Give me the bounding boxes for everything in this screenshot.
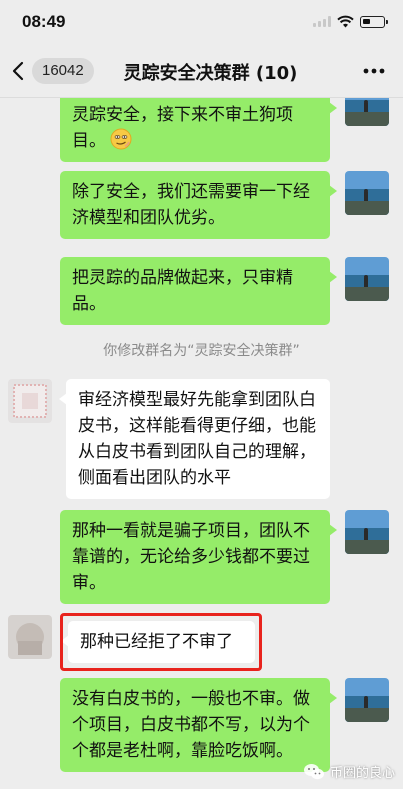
watermark-text: 币圈的良心 <box>329 766 395 781</box>
system-message: 你修改群名为“灵踪安全决策群” <box>103 343 300 359</box>
battery-icon <box>360 15 388 28</box>
message-bubble[interactable]: 审经济模型最好先能拿到团队白皮书，这样能看得更仔细，也能从白皮书看到团队自己的理… <box>59 379 330 499</box>
message-text: 那种一看就是骗子项目，团队不靠谱的，无论给多少钱都不要过审。 <box>72 521 310 593</box>
avatar[interactable] <box>345 257 389 301</box>
message-text: 把灵踪的品牌做起来，只审精品。 <box>72 268 293 314</box>
message-text: 灵踪安全，接下来不审土狗项目。 <box>72 105 293 151</box>
avatar[interactable] <box>345 678 389 722</box>
message-text: 除了安全，我们还需要审一下经济模型和团队优劣。 <box>72 182 310 228</box>
status-time: 08:49 <box>22 12 66 31</box>
emoji-icon <box>110 128 132 150</box>
message-text: 没有白皮书的，一般也不审。做个项目，白皮书都不写，以为个个都是老杜啊，靠脸吃饭啊… <box>72 689 310 761</box>
wechat-watermark-icon <box>303 763 324 779</box>
avatar[interactable] <box>345 98 389 126</box>
message-bubble[interactable]: 那种一看就是骗子项目，团队不靠谱的，无论给多少钱都不要过审。 <box>60 510 337 604</box>
message-bubble[interactable]: 除了安全，我们还需要审一下经济模型和团队优劣。 <box>60 171 337 239</box>
message-row: 审经济模型最好先能拿到团队白皮书，这样能看得更仔细，也能从白皮书看到团队自己的理… <box>0 379 403 499</box>
watermark: 币圈的良心 <box>303 762 395 781</box>
avatar[interactable] <box>345 171 389 215</box>
more-icon[interactable] <box>363 68 385 74</box>
signal-icon <box>313 16 331 27</box>
chat-header: 16042 灵踪安全决策群 (10) <box>0 44 403 98</box>
avatar[interactable] <box>8 379 52 423</box>
message-row: 灵踪安全，接下来不审土狗项目。 <box>0 98 403 162</box>
avatar[interactable] <box>8 615 52 659</box>
status-icons <box>313 15 388 28</box>
message-bubble[interactable]: 把灵踪的品牌做起来，只审精品。 <box>60 257 337 325</box>
message-list[interactable]: 灵踪安全，接下来不审土狗项目。 除了安全，我们还需要审一下经济模型和团队优劣。 … <box>0 98 403 789</box>
message-row: 那种一看就是骗子项目，团队不靠谱的，无论给多少钱都不要过审。 <box>0 510 403 604</box>
avatar[interactable] <box>345 510 389 554</box>
status-bar: 08:49 <box>0 0 403 44</box>
message-row: 那种已经拒了不审了 <box>0 613 403 673</box>
message-bubble[interactable]: 灵踪安全，接下来不审土狗项目。 <box>60 98 337 162</box>
highlight-box <box>60 613 262 671</box>
message-row: 把灵踪的品牌做起来，只审精品。 <box>0 257 403 327</box>
message-bubble[interactable]: 没有白皮书的，一般也不审。做个项目，白皮书都不写，以为个个都是老杜啊，靠脸吃饭啊… <box>60 678 337 772</box>
message-text: 审经济模型最好先能拿到团队白皮书，这样能看得更仔细，也能从白皮书看到团队自己的理… <box>78 390 316 488</box>
wifi-icon <box>337 15 354 28</box>
message-row: 除了安全，我们还需要审一下经济模型和团队优劣。 <box>0 171 403 241</box>
chat-title: 灵踪安全决策群 (10) <box>123 63 298 84</box>
